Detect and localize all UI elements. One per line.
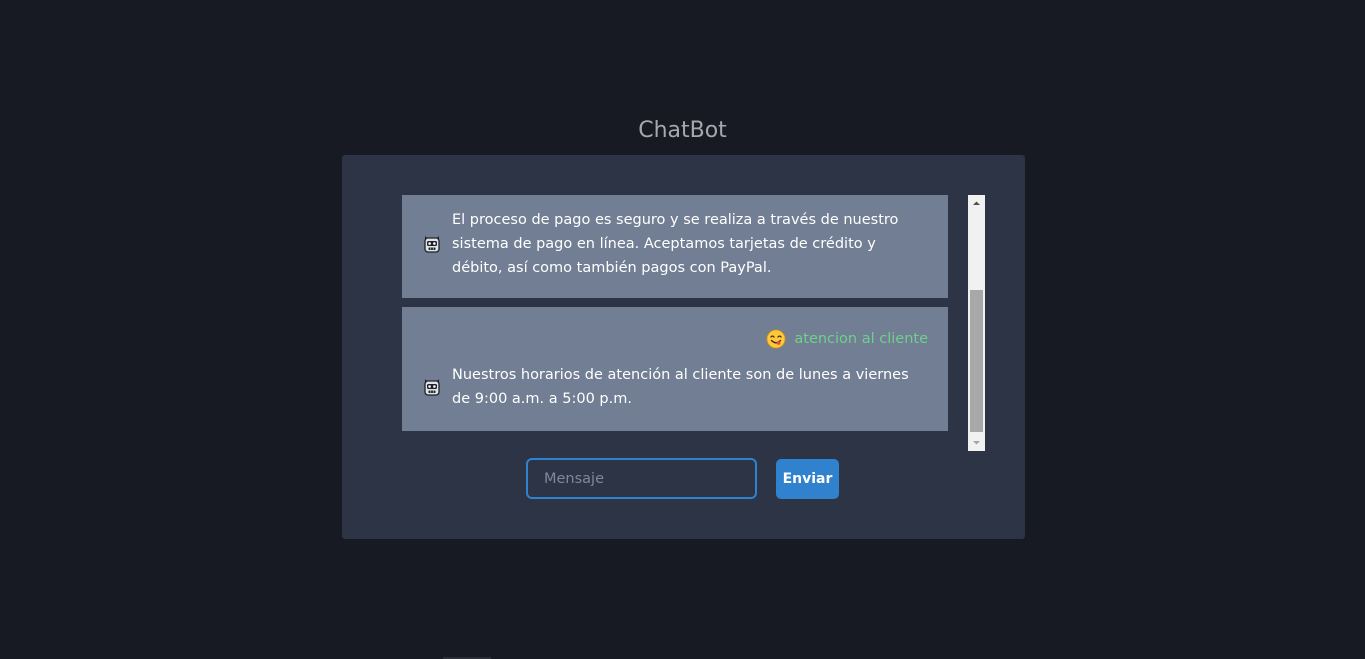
message-card: atencion al cliente Nuestros horarios de… xyxy=(402,307,948,431)
scroll-down-arrow-icon[interactable] xyxy=(968,434,985,451)
bot-message-text: Nuestros horarios de atención al cliente… xyxy=(452,367,909,407)
page-title: ChatBot xyxy=(638,118,727,143)
chat-panel: El proceso de pago es seguro y se realiz… xyxy=(342,155,1025,539)
bot-message-text: El proceso de pago es seguro y se realiz… xyxy=(452,212,899,276)
scroll-up-arrow-icon[interactable] xyxy=(968,195,985,212)
scrollbar-thumb[interactable] xyxy=(970,290,983,432)
bot-message: El proceso de pago es seguro y se realiz… xyxy=(422,208,928,280)
message-card: El proceso de pago es seguro y se realiz… xyxy=(402,195,948,298)
send-button[interactable]: Enviar xyxy=(776,459,839,499)
robot-face-icon xyxy=(424,236,440,253)
message-input[interactable] xyxy=(526,458,757,499)
user-message: atencion al cliente xyxy=(766,328,928,350)
robot-face-icon xyxy=(424,379,440,396)
message-list: El proceso de pago es seguro y se realiz… xyxy=(402,195,948,451)
message-list-scrollbar[interactable] xyxy=(968,195,985,451)
face-savoring-food-emoji-icon xyxy=(766,329,786,349)
bot-message: Nuestros horarios de atención al cliente… xyxy=(422,363,928,411)
user-message-text: atencion al cliente xyxy=(794,331,928,347)
